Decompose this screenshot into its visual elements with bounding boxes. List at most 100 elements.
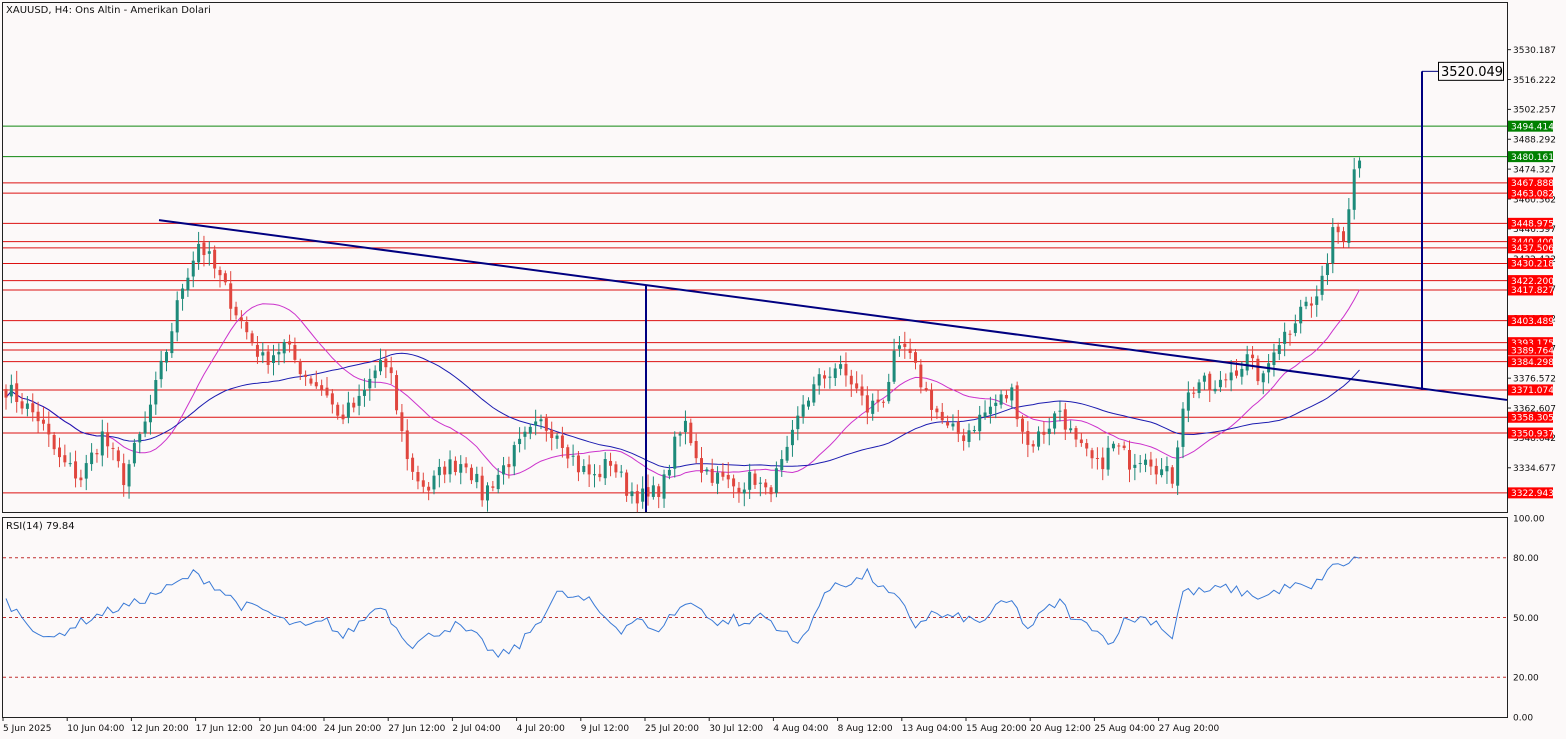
candle-body xyxy=(223,273,227,283)
level-tag-label: 3437.506 xyxy=(1511,244,1554,254)
time-tick-label: 20 Aug 12:00 xyxy=(1030,724,1091,734)
candle-body xyxy=(507,464,511,468)
candle-body xyxy=(411,457,415,472)
level-tag-label: 3480.161 xyxy=(1511,153,1554,163)
candle-body xyxy=(1015,385,1019,420)
candle-body xyxy=(726,474,730,480)
time-tick-label: 27 Jun 12:00 xyxy=(388,724,445,734)
candle-body xyxy=(988,406,992,415)
candle-body xyxy=(218,269,222,276)
candle-body xyxy=(962,435,966,442)
candle-body xyxy=(1288,333,1292,335)
candle-body xyxy=(1176,447,1180,486)
price-tick-label: 3488.292 xyxy=(1513,136,1556,146)
candle-body xyxy=(1095,457,1099,459)
candle-body xyxy=(550,429,554,439)
chart-background xyxy=(0,0,1566,739)
candle-body xyxy=(1256,358,1260,382)
candle-body xyxy=(758,482,762,484)
level-tag: 3350.937 xyxy=(1508,427,1554,439)
candle-body xyxy=(469,467,473,481)
candle-body xyxy=(437,466,441,476)
candle-body xyxy=(421,480,425,487)
candle-body xyxy=(587,464,591,475)
candle-body xyxy=(1320,275,1324,295)
candle-body xyxy=(700,458,703,473)
candle-body xyxy=(956,421,960,434)
candle-body xyxy=(635,491,639,504)
candle-body xyxy=(84,463,88,479)
price-tick-label: 3376.572 xyxy=(1513,374,1556,384)
candle-body xyxy=(95,453,99,455)
candle-body xyxy=(785,446,789,461)
candle-body xyxy=(576,455,580,473)
candle-body xyxy=(673,436,677,469)
candle-body xyxy=(914,352,917,363)
candle-body xyxy=(154,380,158,405)
candle-body xyxy=(1235,370,1238,376)
candle-body xyxy=(459,464,463,473)
level-tag-label: 3350.937 xyxy=(1511,429,1554,439)
candle-body xyxy=(191,260,195,277)
candle-body xyxy=(1213,388,1217,392)
candle-body xyxy=(630,491,634,497)
level-tag-label: 3322.943 xyxy=(1511,489,1554,499)
candle-body xyxy=(197,243,201,263)
candle-body xyxy=(165,351,168,363)
candle-body xyxy=(239,317,243,321)
candle-body xyxy=(1197,382,1201,394)
price-tick-label: 3516.222 xyxy=(1513,76,1556,86)
candle-body xyxy=(871,400,875,414)
candle-body xyxy=(881,401,885,403)
candle-body xyxy=(443,466,447,475)
level-tag: 3384.298 xyxy=(1508,356,1554,368)
candle-body xyxy=(855,383,859,389)
candle-body xyxy=(122,463,126,486)
candle-body xyxy=(272,355,275,363)
candle-body xyxy=(737,487,741,494)
candle-body xyxy=(1133,464,1137,468)
candle-body xyxy=(148,404,152,423)
candle-body xyxy=(951,423,955,427)
level-tag-label: 3463.082 xyxy=(1511,189,1554,199)
target-label: 3520.049 xyxy=(1438,61,1504,81)
candle-body xyxy=(63,455,67,463)
candle-body xyxy=(277,351,281,355)
candle-body xyxy=(1202,375,1206,382)
candle-body xyxy=(1192,392,1196,394)
target-label-text: 3520.049 xyxy=(1441,65,1503,80)
candle-body xyxy=(865,395,869,413)
candle-body xyxy=(20,401,24,409)
candle-body xyxy=(876,399,880,403)
candle-body xyxy=(930,389,934,410)
chart-title: XAUUSD, H4: Ons Altin - Amerikan Dolari xyxy=(6,5,211,16)
candle-body xyxy=(1042,431,1046,435)
level-tag: 3437.506 xyxy=(1508,242,1554,254)
candle-body xyxy=(657,486,661,497)
time-tick-label: 20 Jun 04:00 xyxy=(260,724,317,734)
candle-body xyxy=(245,322,249,333)
candle-body xyxy=(860,386,864,396)
candle-body xyxy=(1101,457,1105,470)
candle-body xyxy=(1181,408,1185,447)
time-tick-label: 9 Jul 12:00 xyxy=(581,724,630,734)
candle-body xyxy=(138,434,142,443)
time-tick-label: 25 Jul 20:00 xyxy=(645,724,699,734)
candle-body xyxy=(186,277,190,291)
level-tag-label: 3403.489 xyxy=(1511,317,1554,327)
candle-body xyxy=(994,402,998,406)
chart-canvas[interactable]: 3520.049 100.00 80.00 50.00 20.00 0.00 3530.… xyxy=(0,0,1566,739)
candle-body xyxy=(967,430,971,442)
candle-body xyxy=(1325,263,1329,276)
candle-body xyxy=(812,384,816,403)
rsi-tick-label: 80.00 xyxy=(1513,554,1539,564)
candle-body xyxy=(1272,352,1276,366)
time-tick-label: 5 Jun 2025 xyxy=(3,724,51,734)
candle-body xyxy=(833,368,837,379)
candle-body xyxy=(667,469,671,476)
candle-body xyxy=(47,423,51,435)
candle-body xyxy=(1304,301,1308,307)
level-tag: 3494.414 xyxy=(1508,120,1554,132)
level-tag-label: 3430.218 xyxy=(1511,260,1554,270)
candle-body xyxy=(1138,463,1142,465)
